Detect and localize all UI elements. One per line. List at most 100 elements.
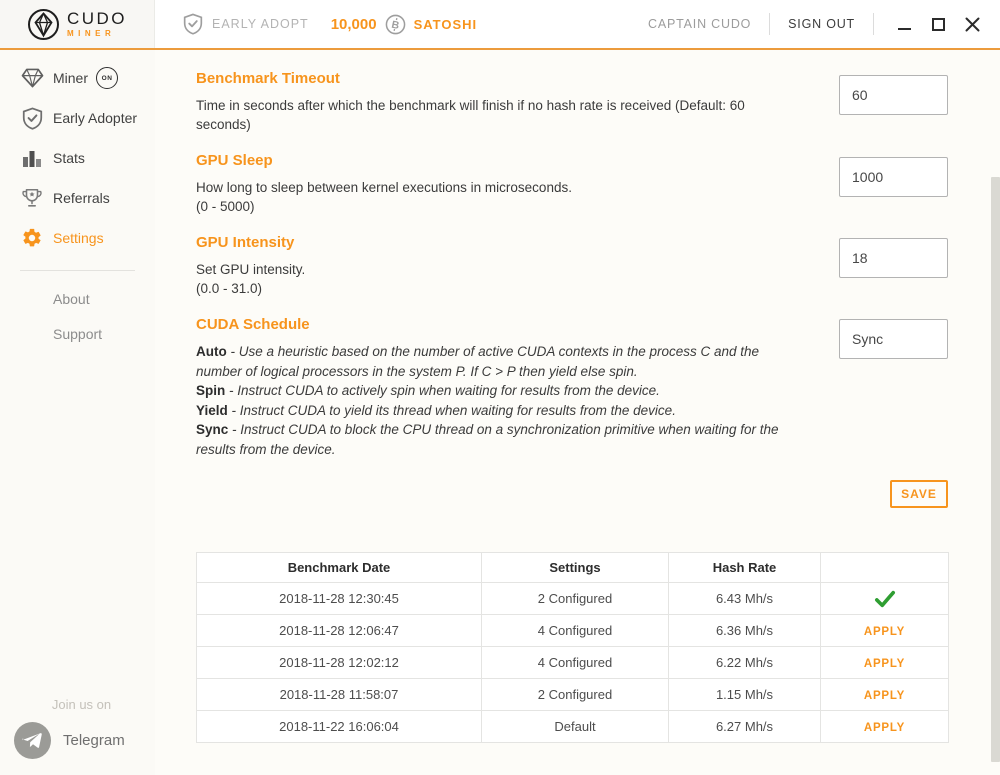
header-divider — [873, 13, 874, 35]
cuda-option-auto: Auto - Use a heuristic based on the numb… — [196, 342, 794, 381]
settings-page: Benchmark Timeout Time in seconds after … — [155, 50, 1000, 775]
table-row: 2018-11-28 11:58:07 2 Configured 1.15 Mh… — [197, 679, 949, 711]
sidebar-item-early-adopter[interactable]: Early Adopter — [0, 98, 155, 138]
early-adopt-label: EARLY ADOPT — [212, 17, 309, 31]
cuda-option-yield: Yield - Instruct CUDA to yield its threa… — [196, 401, 794, 421]
section-description: How long to sleep between kernel executi… — [196, 178, 816, 197]
telegram-label: Telegram — [63, 732, 125, 749]
maximize-button[interactable] — [930, 16, 946, 32]
sidebar-item-label: About — [53, 291, 90, 307]
applied-indicator-cell — [821, 583, 949, 615]
gpu-sleep-input[interactable] — [839, 157, 948, 197]
app-logo: CUDO MINER — [0, 0, 155, 48]
apply-button[interactable]: APPLY — [864, 722, 905, 734]
satoshi-coin-icon: B — [385, 14, 406, 35]
sidebar-item-about[interactable]: About — [0, 281, 155, 316]
table-row: 2018-11-28 12:30:45 2 Configured 6.43 Mh… — [197, 583, 949, 615]
sidebar-item-label: Early Adopter — [53, 110, 137, 126]
hash-rate-cell: 1.15 Mh/s — [669, 679, 821, 711]
gear-icon — [20, 227, 44, 249]
section-benchmark-timeout: Benchmark Timeout Time in seconds after … — [196, 70, 816, 134]
balance: 10,000 B SATOSHI — [331, 14, 477, 35]
miner-on-badge: ON — [96, 67, 118, 89]
bar-chart-icon — [20, 148, 44, 168]
benchmark-timeout-input[interactable] — [839, 75, 948, 115]
hash-rate-cell: 6.27 Mh/s — [669, 711, 821, 743]
sidebar-item-label: Settings — [53, 230, 104, 246]
trophy-icon — [20, 187, 44, 209]
cuda-option-spin: Spin - Instruct CUDA to actively spin wh… — [196, 381, 794, 401]
table-row: 2018-11-28 12:06:47 4 Configured 6.36 Mh… — [197, 615, 949, 647]
table-header-row: Benchmark Date Settings Hash Rate — [197, 553, 949, 583]
settings-cell: 4 Configured — [482, 615, 669, 647]
apply-action-cell: APPLY — [821, 647, 949, 679]
balance-currency: SATOSHI — [414, 17, 478, 32]
section-title: GPU Sleep — [196, 152, 816, 169]
green-check-icon — [874, 589, 896, 609]
sidebar-item-label: Miner — [53, 70, 88, 86]
close-icon — [965, 17, 980, 32]
app-header: CUDO MINER EARLY ADOPT 10,000 B SATOSHI … — [0, 0, 1000, 50]
sidebar-item-stats[interactable]: Stats — [0, 138, 155, 178]
benchmark-date-cell: 2018-11-28 12:06:47 — [197, 615, 482, 647]
telegram-icon — [14, 722, 51, 759]
settings-cell: Default — [482, 711, 669, 743]
logo-text-cudo: CUDO — [67, 10, 127, 27]
sidebar-item-label: Referrals — [53, 190, 110, 206]
section-description: Time in seconds after which the benchmar… — [196, 96, 798, 134]
sidebar-item-referrals[interactable]: Referrals — [0, 178, 155, 218]
section-title: CUDA Schedule — [196, 316, 816, 333]
benchmark-date-cell: 2018-11-28 12:02:12 — [197, 647, 482, 679]
section-description: Set GPU intensity. — [196, 260, 816, 279]
column-header-hash-rate: Hash Rate — [669, 553, 821, 583]
apply-button[interactable]: APPLY — [864, 658, 905, 670]
join-us-caption: Join us on — [0, 697, 155, 712]
benchmark-history-table: Benchmark Date Settings Hash Rate 2018-1… — [196, 552, 949, 743]
svg-text:B: B — [390, 18, 400, 31]
sidebar-item-label: Support — [53, 326, 102, 342]
hash-rate-cell: 6.36 Mh/s — [669, 615, 821, 647]
minimize-icon — [898, 28, 911, 31]
gem-icon — [20, 68, 44, 88]
header-divider — [769, 13, 770, 35]
apply-action-cell: APPLY — [821, 711, 949, 743]
shield-check-icon — [20, 107, 44, 130]
sidebar-item-miner[interactable]: Miner ON — [0, 58, 155, 98]
benchmark-date-cell: 2018-11-28 12:30:45 — [197, 583, 482, 615]
sidebar-divider — [20, 270, 135, 271]
username-label: CAPTAIN CUDO — [648, 17, 751, 31]
gpu-intensity-input[interactable] — [839, 238, 948, 278]
section-cuda-schedule: CUDA Schedule Auto - Use a heuristic bas… — [196, 316, 816, 459]
maximize-icon — [932, 18, 945, 31]
section-range: (0.0 - 31.0) — [196, 279, 816, 298]
join-us-block: Join us on Telegram — [0, 697, 155, 759]
cuda-schedule-input[interactable] — [839, 319, 948, 359]
minimize-button[interactable] — [896, 16, 912, 32]
sign-out-button[interactable]: SIGN OUT — [788, 17, 855, 31]
close-button[interactable] — [964, 16, 980, 32]
sidebar-item-support[interactable]: Support — [0, 316, 155, 351]
section-range: (0 - 5000) — [196, 197, 816, 216]
telegram-link[interactable]: Telegram — [0, 722, 155, 759]
section-title: Benchmark Timeout — [196, 70, 816, 87]
vertical-scrollbar[interactable] — [991, 177, 1000, 762]
cudo-logo-icon — [27, 8, 60, 41]
apply-action-cell: APPLY — [821, 615, 949, 647]
column-header-settings: Settings — [482, 553, 669, 583]
apply-button[interactable]: APPLY — [864, 690, 905, 702]
column-header-benchmark-date: Benchmark Date — [197, 553, 482, 583]
hash-rate-cell: 6.43 Mh/s — [669, 583, 821, 615]
table-row: 2018-11-22 16:06:04 Default 6.27 Mh/s AP… — [197, 711, 949, 743]
apply-button[interactable]: APPLY — [864, 626, 905, 638]
settings-cell: 2 Configured — [482, 583, 669, 615]
sidebar-item-label: Stats — [53, 150, 85, 166]
settings-cell: 2 Configured — [482, 679, 669, 711]
balance-amount: 10,000 — [331, 16, 377, 33]
sidebar-item-settings[interactable]: Settings — [0, 218, 155, 258]
save-button[interactable]: SAVE — [890, 480, 948, 508]
shield-check-icon — [183, 13, 203, 35]
section-gpu-intensity: GPU Intensity Set GPU intensity. (0.0 - … — [196, 234, 816, 298]
section-title: GPU Intensity — [196, 234, 816, 251]
section-gpu-sleep: GPU Sleep How long to sleep between kern… — [196, 152, 816, 216]
benchmark-date-cell: 2018-11-28 11:58:07 — [197, 679, 482, 711]
